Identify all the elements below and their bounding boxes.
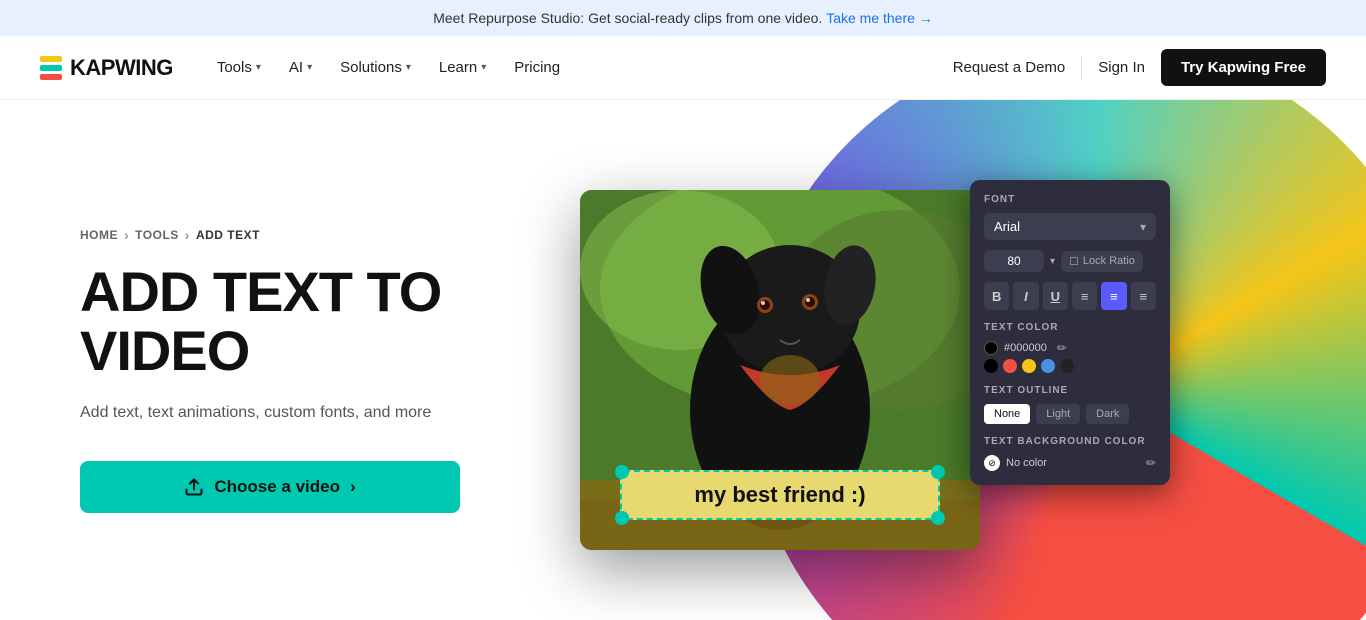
text-overlay[interactable]: my best friend :): [620, 470, 940, 520]
hero-section: HOME › TOOLS › ADD TEXT ADD TEXT TO VIDE…: [0, 100, 1366, 620]
sign-in-link[interactable]: Sign In: [1098, 59, 1145, 76]
color-palette: [984, 359, 1156, 373]
color-hex-value: #000000: [1004, 342, 1047, 354]
hero-subtitle: Add text, text animations, custom fonts,…: [80, 401, 520, 425]
chevron-down-icon: ▾: [307, 62, 312, 73]
font-section-title: FONT: [984, 194, 1156, 205]
breadcrumb-current: ADD TEXT: [196, 228, 260, 242]
palette-yellow[interactable]: [1022, 359, 1036, 373]
lock-ratio-toggle[interactable]: ☐ Lock Ratio: [1061, 251, 1143, 272]
breadcrumb-sep-2: ›: [185, 227, 190, 243]
nav-learn[interactable]: Learn ▾: [427, 51, 498, 84]
palette-dark[interactable]: [1060, 359, 1074, 373]
main-nav: KAPWING Tools ▾ AI ▾ Solutions ▾ Learn ▾…: [0, 36, 1366, 100]
bg-color-picker-icon[interactable]: ✏: [1146, 456, 1156, 470]
underline-button[interactable]: U: [1043, 282, 1068, 310]
align-center-button[interactable]: ≡: [1101, 282, 1126, 310]
text-bg-section-title: TEXT BACKGROUND COLOR: [984, 436, 1156, 447]
align-left-button[interactable]: ≡: [1072, 282, 1097, 310]
format-buttons-row: B I U ≡ ≡ ≡: [984, 282, 1156, 310]
banner-link[interactable]: Take me there →: [826, 10, 933, 26]
chevron-down-icon: ▾: [481, 62, 486, 73]
text-overlay-inner: my best friend :): [620, 470, 940, 520]
outline-buttons-row: None Light Dark: [984, 404, 1156, 424]
current-color-swatch[interactable]: [984, 341, 998, 355]
nav-pricing[interactable]: Pricing: [502, 51, 572, 84]
nav-tools[interactable]: Tools ▾: [205, 51, 273, 84]
nav-right: Request a Demo Sign In Try Kapwing Free: [953, 49, 1326, 86]
request-demo-link[interactable]: Request a Demo: [953, 59, 1066, 76]
announcement-banner: Meet Repurpose Studio: Get social-ready …: [0, 0, 1366, 36]
nav-divider: [1081, 56, 1082, 80]
hero-left: HOME › TOOLS › ADD TEXT ADD TEXT TO VIDE…: [0, 100, 560, 620]
text-outline-section-title: TEXT OUTLINE: [984, 385, 1156, 396]
text-bg-color-row: ⊘ No color ✏: [984, 455, 1156, 471]
overlay-text: my best friend :): [694, 482, 865, 507]
palette-black[interactable]: [984, 359, 998, 373]
font-name-display: Arial: [994, 219, 1020, 234]
outline-light-button[interactable]: Light: [1036, 404, 1080, 424]
logo[interactable]: KAPWING: [40, 55, 173, 81]
upload-icon: [184, 477, 204, 497]
resize-handle-tl[interactable]: [615, 465, 629, 479]
try-free-button[interactable]: Try Kapwing Free: [1161, 49, 1326, 86]
nav-ai[interactable]: AI ▾: [277, 51, 324, 84]
breadcrumb-tools[interactable]: TOOLS: [135, 228, 179, 242]
editor-window: my best friend :): [580, 190, 980, 550]
chevron-down-icon: ▾: [406, 62, 411, 73]
font-panel: FONT Arial ▾ 80 ▾ ☐ Lock Ratio B: [970, 180, 1170, 485]
outline-dark-button[interactable]: Dark: [1086, 404, 1129, 424]
hero-right: my best friend :) FONT Arial ▾: [560, 100, 1366, 620]
editor-mockup: my best friend :) FONT Arial ▾: [580, 190, 980, 550]
text-color-row: #000000 ✏: [984, 341, 1156, 355]
resize-handle-br[interactable]: [931, 511, 945, 525]
palette-red[interactable]: [1003, 359, 1017, 373]
chevron-down-icon: ▾: [256, 62, 261, 73]
resize-handle-tr[interactable]: [931, 465, 945, 479]
font-size-row: 80 ▾ ☐ Lock Ratio: [984, 250, 1156, 272]
bold-button[interactable]: B: [984, 282, 1009, 310]
breadcrumb-sep-1: ›: [124, 227, 129, 243]
choose-video-button[interactable]: Choose a video ›: [80, 461, 460, 513]
font-size-input[interactable]: 80: [984, 250, 1044, 272]
page-title: ADD TEXT TO VIDEO: [80, 263, 520, 381]
palette-blue[interactable]: [1041, 359, 1055, 373]
italic-button[interactable]: I: [1013, 282, 1038, 310]
font-select[interactable]: Arial ▾: [984, 213, 1156, 240]
font-size-chevron: ▾: [1050, 256, 1055, 267]
no-color-icon[interactable]: ⊘: [984, 455, 1000, 471]
resize-handle-bl[interactable]: [615, 511, 629, 525]
outline-none-button[interactable]: None: [984, 404, 1030, 424]
breadcrumb: HOME › TOOLS › ADD TEXT: [80, 227, 520, 243]
no-color-label: No color: [1006, 457, 1047, 469]
align-right-button[interactable]: ≡: [1131, 282, 1156, 310]
nav-solutions[interactable]: Solutions ▾: [328, 51, 423, 84]
text-color-section-title: TEXT COLOR: [984, 322, 1156, 333]
logo-icon: [40, 56, 62, 80]
font-dropdown-icon: ▾: [1140, 220, 1146, 234]
logo-text: KAPWING: [70, 55, 173, 81]
color-picker-icon[interactable]: ✏: [1057, 341, 1067, 355]
nav-links: Tools ▾ AI ▾ Solutions ▾ Learn ▾ Pricing: [205, 51, 953, 84]
breadcrumb-home[interactable]: HOME: [80, 228, 118, 242]
video-area: my best friend :): [580, 190, 980, 550]
banner-text: Meet Repurpose Studio: Get social-ready …: [433, 10, 822, 26]
